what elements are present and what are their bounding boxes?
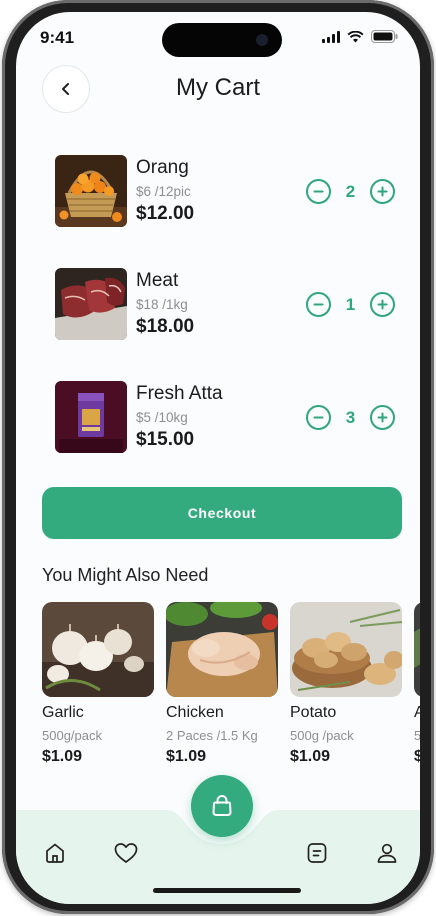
cart-item: Fresh Atta $5 /10kg $15.00 3 [55, 381, 395, 455]
list-icon [307, 843, 327, 863]
suggestion-price: $2 [414, 748, 420, 765]
status-icons [322, 30, 398, 43]
minus-icon [313, 416, 324, 419]
tab-orders[interactable] [304, 840, 330, 866]
decrease-button[interactable] [306, 405, 331, 430]
decrease-button[interactable] [306, 292, 331, 317]
atta-bag-image [55, 381, 127, 453]
heart-icon [114, 843, 138, 863]
item-name: Meat [136, 270, 179, 291]
suggestion-name: Chicken [166, 704, 224, 721]
tab-home[interactable] [42, 840, 68, 866]
orange-basket-image [55, 155, 127, 227]
suggestion-name: Potato [290, 704, 337, 721]
dynamic-island [162, 23, 282, 57]
plus-icon [377, 186, 388, 197]
suggestions-title: You Might Also Need [42, 565, 209, 585]
garlic-image [42, 602, 154, 697]
item-price: $15.00 [136, 429, 195, 450]
phone-frame: 9:41 My Cart Orang $6 /12pic $12.00 2 Me… [2, 0, 434, 914]
suggestion-unit: 50 [414, 728, 420, 743]
plus-icon [377, 412, 388, 423]
quantity-value: 2 [345, 181, 356, 201]
suggestion-card[interactable]: Potato 500g /pack $1.09 [290, 602, 402, 766]
suggestion-price: $1.09 [290, 748, 331, 765]
increase-button[interactable] [370, 292, 395, 317]
minus-icon [313, 303, 324, 306]
suggestion-unit: 500g /pack [290, 728, 354, 743]
meat-image [55, 268, 127, 340]
increase-button[interactable] [370, 179, 395, 204]
suggestion-name: At [414, 704, 420, 721]
status-time: 9:41 [40, 28, 75, 47]
item-price: $18.00 [136, 316, 195, 337]
plus-icon [377, 299, 388, 310]
tab-favorites[interactable] [113, 840, 139, 866]
cart-item: Orang $6 /12pic $12.00 2 [55, 155, 395, 229]
suggestion-unit: 2 Paces /1.5 Kg [166, 728, 258, 743]
item-price: $12.00 [136, 203, 195, 224]
decrease-button[interactable] [306, 179, 331, 204]
checkout-button[interactable]: Checkout [42, 487, 402, 539]
suggestion-name: Garlic [42, 704, 84, 721]
item-unit: $18 /1kg [136, 297, 188, 312]
bag-icon [212, 795, 232, 816]
item-name: Fresh Atta [136, 383, 223, 404]
product-image [414, 602, 420, 697]
suggestion-price: $1.09 [166, 748, 207, 765]
profile-icon [377, 843, 397, 863]
home-indicator[interactable] [153, 888, 301, 893]
battery-icon [371, 30, 398, 43]
quantity-stepper: 3 [306, 405, 395, 430]
camera-icon [256, 34, 268, 46]
suggestion-unit: 500g/pack [42, 728, 102, 743]
suggestion-card[interactable]: Garlic 500g/pack $1.09 [42, 602, 154, 766]
suggestion-price: $1.09 [42, 748, 83, 765]
wifi-icon [347, 30, 364, 42]
quantity-value: 3 [345, 407, 356, 427]
quantity-value: 1 [345, 294, 356, 314]
quantity-stepper: 2 [306, 179, 395, 204]
increase-button[interactable] [370, 405, 395, 430]
suggestion-card[interactable]: At 50 $2 [414, 602, 420, 766]
chicken-image [166, 602, 278, 697]
item-name: Orang [136, 157, 189, 178]
suggestion-card[interactable]: Chicken 2 Paces /1.5 Kg $1.09 [166, 602, 278, 766]
tab-profile[interactable] [374, 840, 400, 866]
cart-fab-button[interactable] [191, 775, 253, 837]
signal-icon [322, 30, 340, 43]
app-screen: 9:41 My Cart Orang $6 /12pic $12.00 2 Me… [16, 12, 420, 904]
item-unit: $5 /10kg [136, 410, 188, 425]
cart-item: Meat $18 /1kg $18.00 1 [55, 268, 395, 342]
potato-image [290, 602, 402, 697]
minus-icon [313, 190, 324, 193]
quantity-stepper: 1 [306, 292, 395, 317]
item-unit: $6 /12pic [136, 184, 191, 199]
page-title: My Cart [176, 74, 260, 101]
home-icon [46, 843, 64, 863]
